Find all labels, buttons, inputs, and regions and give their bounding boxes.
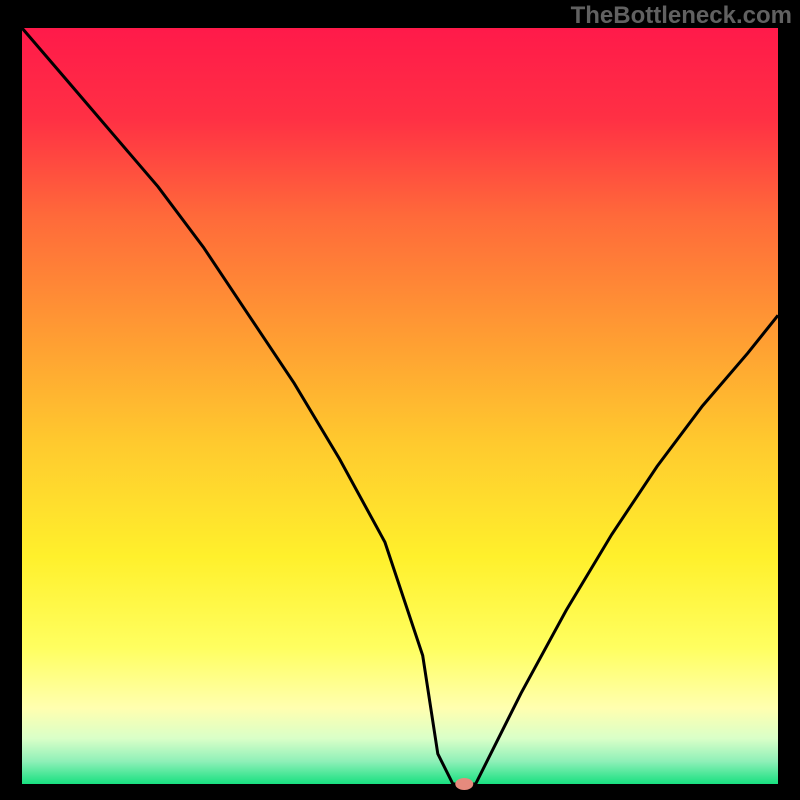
bottleneck-marker xyxy=(455,778,473,790)
plot-area xyxy=(22,28,778,784)
bottleneck-chart: TheBottleneck.com xyxy=(0,0,800,800)
chart-svg xyxy=(0,0,800,800)
watermark-text: TheBottleneck.com xyxy=(571,2,792,30)
